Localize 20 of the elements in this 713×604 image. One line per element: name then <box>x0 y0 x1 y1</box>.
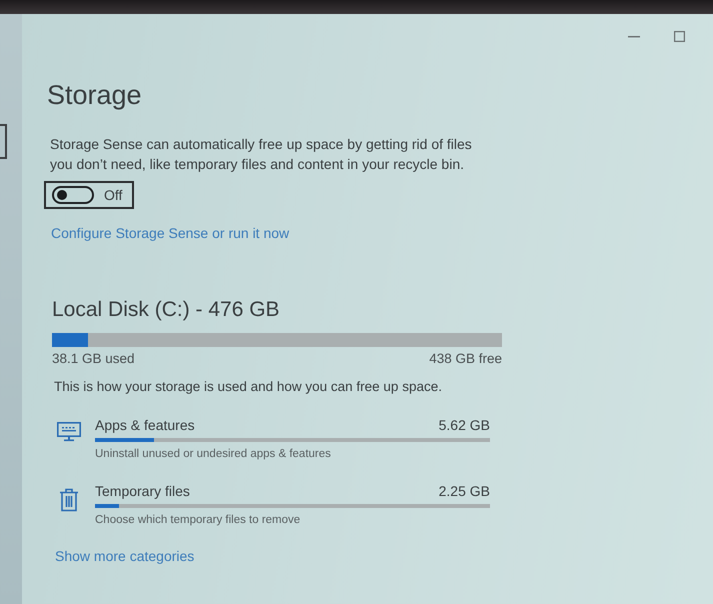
maximize-button[interactable] <box>674 30 685 42</box>
storage-sense-description: Storage Sense can automatically free up space by getting rid of files you don’t need, like temporary files and content in your recycle bin. <box>50 135 473 174</box>
minimize-icon <box>628 36 640 38</box>
category-size: 2.25 GB <box>438 482 490 500</box>
category-description: Choose which temporary files to remove <box>95 513 302 528</box>
storage-sense-toggle[interactable]: Off <box>44 181 134 209</box>
trash-can-icon <box>59 488 79 512</box>
field-edge <box>0 124 7 159</box>
minimize-button[interactable] <box>628 34 640 38</box>
category-name[interactable]: Apps & features <box>95 416 195 434</box>
category-name[interactable]: Temporary files <box>95 482 190 500</box>
free-space-text: 438 GB free <box>429 350 502 368</box>
maximize-icon <box>674 30 685 42</box>
monitor-icon <box>57 422 81 442</box>
category-size: 5.62 GB <box>438 416 490 434</box>
disk-title: Local Disk (C:) - 476 GB <box>52 297 280 323</box>
page-title: Storage <box>47 79 142 112</box>
used-space-text: 38.1 GB used <box>52 350 135 368</box>
category-description: Uninstall unused or undesired apps & features <box>95 447 332 462</box>
storage-note: This is how your storage is used and how you can free up space. <box>54 378 442 396</box>
